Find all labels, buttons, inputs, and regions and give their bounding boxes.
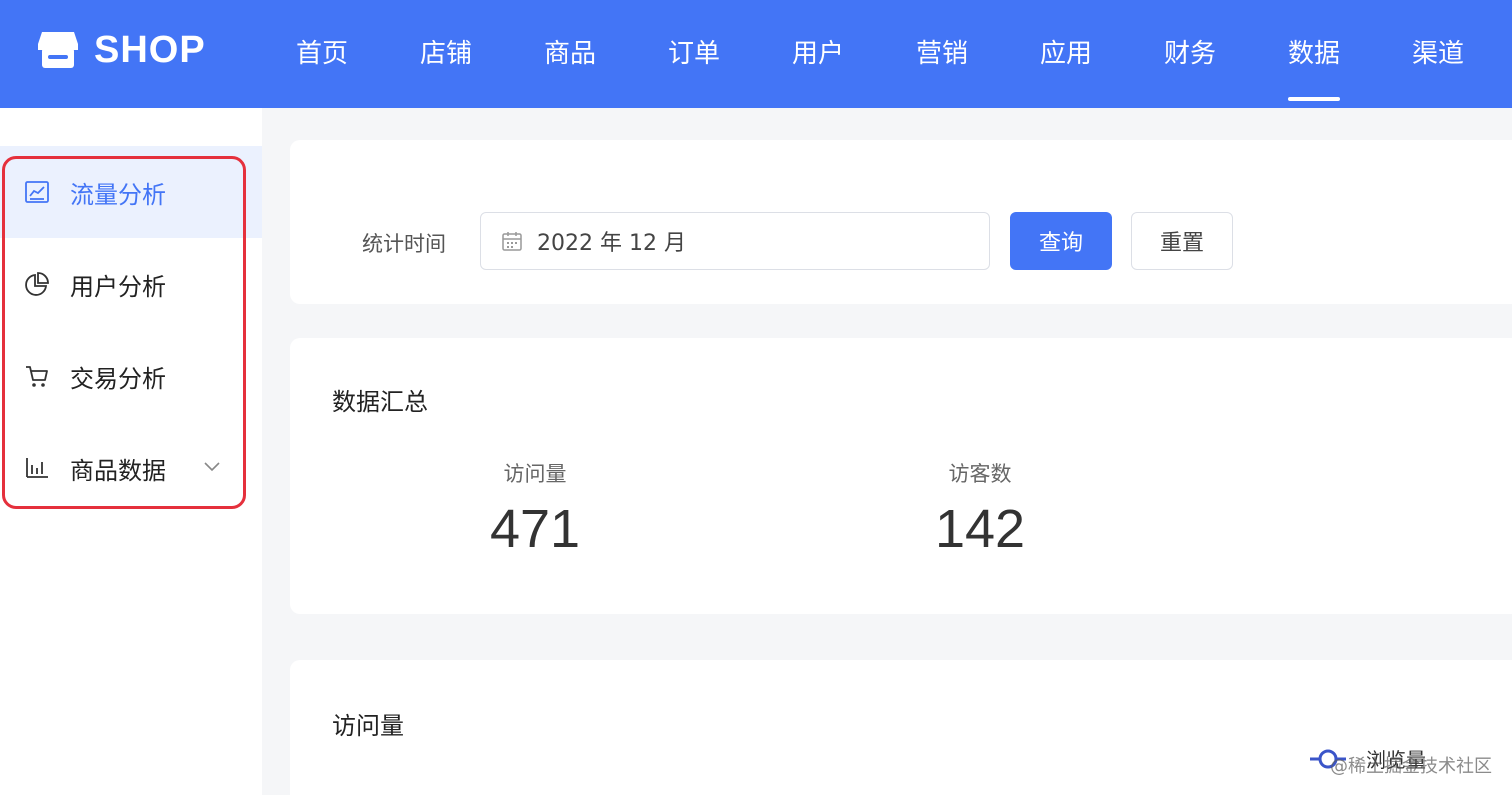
month-picker-input[interactable]: 2022 年 12 月: [480, 212, 990, 270]
logo[interactable]: SHOP: [36, 26, 206, 74]
sidebar-menu: 流量分析 用户分析 交易分析 商品数据: [0, 146, 262, 514]
nav-item-orders[interactable]: 订单: [632, 0, 756, 108]
stat-value: 471: [489, 499, 581, 559]
visits-chart-card: 访问量: [290, 660, 1512, 795]
sidebar-item-label: 交易分析: [70, 364, 166, 393]
sidebar-item-label: 流量分析: [70, 180, 166, 209]
sidebar-item-label: 用户分析: [70, 272, 166, 301]
card-title: 数据汇总: [332, 388, 428, 416]
card-title: 访问量: [332, 712, 404, 740]
date-value: 2022 年 12 月: [537, 231, 686, 256]
stat-value: 142: [934, 499, 1026, 559]
bar-chart-icon: [26, 458, 48, 478]
nav-item-home[interactable]: 首页: [260, 0, 384, 108]
nav-item-data[interactable]: 数据: [1252, 0, 1376, 108]
sidebar-item-user-analysis[interactable]: 用户分析: [0, 238, 262, 330]
stat-page-views: 访问量 471: [470, 458, 600, 560]
top-header: SHOP 首页 店铺 商品 订单 用户 营销 应用 财务 数据 渠道: [0, 0, 1512, 108]
nav-item-marketing[interactable]: 营销: [880, 0, 1004, 108]
line-chart-icon: [25, 181, 49, 203]
sidebar-item-label: 商品数据: [70, 456, 166, 485]
stat-time-label: 统计时间: [362, 232, 446, 256]
nav-item-users[interactable]: 用户: [756, 0, 880, 108]
sidebar-item-transaction-analysis[interactable]: 交易分析: [0, 330, 262, 422]
reset-button[interactable]: 重置: [1131, 212, 1233, 270]
top-nav: 首页 店铺 商品 订单 用户 营销 应用 财务 数据 渠道: [260, 0, 1500, 108]
filter-card: 统计时间 2022 年 12 月 查询 重置: [290, 140, 1512, 304]
sidebar-item-traffic-analysis[interactable]: 流量分析: [0, 146, 262, 238]
nav-item-store[interactable]: 店铺: [384, 0, 508, 108]
pie-chart-icon: [25, 272, 49, 296]
nav-item-apps[interactable]: 应用: [1004, 0, 1128, 108]
nav-item-products[interactable]: 商品: [508, 0, 632, 108]
sidebar-item-product-data[interactable]: 商品数据: [0, 422, 262, 514]
chevron-down-icon[interactable]: [202, 456, 222, 476]
stat-visitors: 访客数 142: [915, 458, 1045, 560]
cart-icon: [26, 366, 48, 387]
data-summary-card: 数据汇总 访问量 471 访客数 142: [290, 338, 1512, 614]
calendar-icon: [502, 232, 522, 251]
query-button[interactable]: 查询: [1010, 212, 1112, 270]
shop-icon: [38, 32, 78, 68]
nav-item-channels[interactable]: 渠道: [1376, 0, 1500, 108]
watermark: @稀土掘金技术社区: [1330, 756, 1492, 777]
nav-item-finance[interactable]: 财务: [1128, 0, 1252, 108]
stat-label: 访问量: [503, 462, 567, 486]
logo-text: SHOP: [94, 28, 206, 71]
sidebar: 流量分析 用户分析 交易分析 商品数据: [0, 108, 262, 795]
stat-label: 访客数: [948, 462, 1012, 486]
